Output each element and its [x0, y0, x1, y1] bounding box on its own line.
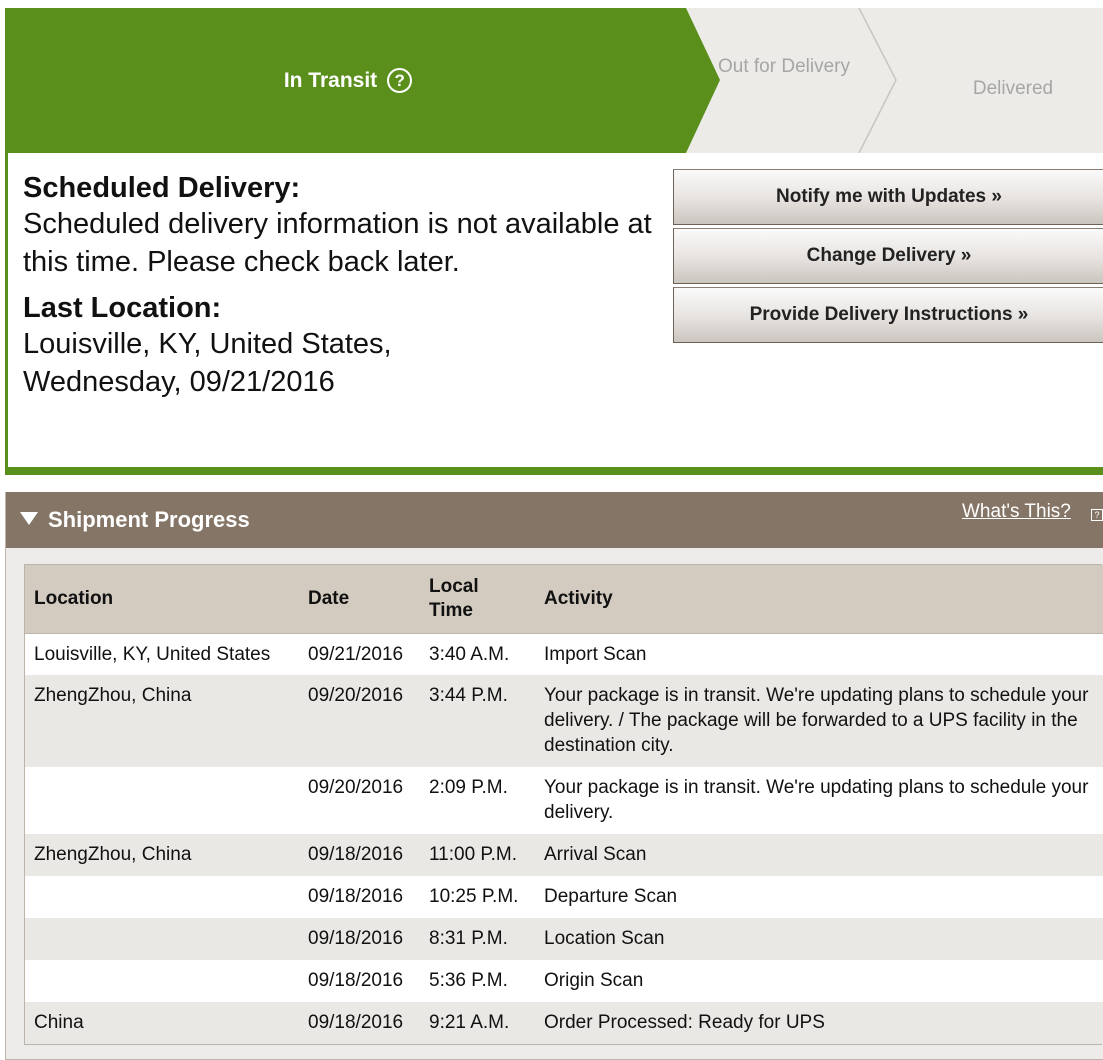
cell-location: China: [34, 1012, 84, 1033]
cell-location: Louisville, KY, United States: [34, 643, 271, 665]
cell-location: [25, 918, 299, 960]
table-row: China 09/18/2016 9:21 A.M. Order Process…: [25, 1002, 1103, 1044]
scheduled-delivery-heading: Scheduled Delivery:: [23, 172, 301, 204]
delivery-instructions-button[interactable]: Provide Delivery Instructions »: [673, 287, 1103, 343]
last-location-text: Louisville, KY, United States, Wednesday…: [23, 328, 392, 398]
column-header-local-time: Local Time: [420, 565, 535, 634]
shipment-progress-panel: Shipment Progress What's This? ? Locatio…: [5, 492, 1103, 1060]
column-header-date: Date: [299, 565, 420, 634]
cell-location: [25, 876, 299, 918]
cell-activity: Import Scan: [544, 643, 647, 665]
step-in-transit-label: In Transit: [283, 68, 378, 92]
cell-activity: Your package is in transit. We're updati…: [544, 685, 1089, 756]
cell-location: ZhengZhou, China: [34, 844, 192, 865]
notify-updates-button[interactable]: Notify me with Updates »: [673, 169, 1103, 225]
cell-activity: Arrival Scan: [544, 844, 647, 865]
cell-location: ZhengZhou, China: [34, 685, 192, 706]
table-row: 09/18/2016 10:25 P.M. Departure Scan: [25, 876, 1103, 918]
cell-date: 09/18/2016: [308, 1012, 404, 1033]
cell-date: 09/18/2016: [308, 928, 404, 949]
cell-activity: Your package is in transit. We're updati…: [544, 777, 1089, 823]
delivery-progress-bar: In Transit ? Out for Delivery Delivered: [8, 8, 1103, 153]
cell-time: 5:36 P.M.: [429, 970, 508, 991]
cell-time: 8:31 P.M.: [429, 928, 508, 949]
cell-date: 09/18/2016: [308, 844, 404, 865]
cell-date: 09/18/2016: [308, 886, 404, 907]
cell-date: 09/18/2016: [308, 970, 404, 991]
delivery-info: Scheduled Delivery: Scheduled delivery i…: [23, 171, 663, 401]
cell-activity: Origin Scan: [544, 970, 644, 991]
last-location-heading: Last Location:: [23, 292, 222, 324]
cell-location: [25, 960, 299, 1002]
question-circle-icon[interactable]: ?: [387, 68, 413, 93]
cell-time: 9:21 A.M.: [429, 1012, 510, 1033]
cell-date: 09/20/2016: [308, 685, 404, 706]
cell-activity: Order Processed: Ready for UPS: [544, 1012, 825, 1033]
help-box-icon[interactable]: ?: [1091, 509, 1103, 521]
cell-time: 3:40 A.M.: [429, 643, 510, 665]
table-row: Louisville, KY, United States 09/21/2016…: [25, 633, 1103, 675]
table-row: ZhengZhou, China 09/20/2016 3:44 P.M. Yo…: [25, 675, 1103, 767]
change-delivery-button[interactable]: Change Delivery »: [673, 228, 1103, 284]
whats-this-link[interactable]: What's This?: [962, 501, 1071, 523]
delivery-actions: Notify me with Updates » Change Delivery…: [673, 169, 1103, 346]
cell-activity: Location Scan: [544, 928, 665, 949]
table-header-row: Location Date Local Time Activity: [25, 565, 1103, 634]
table-row: 09/18/2016 5:36 P.M. Origin Scan: [25, 960, 1103, 1002]
shipment-progress-title: Shipment Progress: [48, 507, 250, 532]
step-delivered: Delivered: [972, 78, 1054, 99]
step-in-transit: In Transit ?: [8, 8, 688, 153]
table-row: 09/18/2016 8:31 P.M. Location Scan: [25, 918, 1103, 960]
cell-time: 2:09 P.M.: [429, 777, 508, 798]
scheduled-delivery-text: Scheduled delivery information is not av…: [23, 208, 652, 278]
table-row: ZhengZhou, China 09/18/2016 11:00 P.M. A…: [25, 834, 1103, 876]
column-header-activity: Activity: [535, 565, 1103, 634]
step-out-for-delivery: Out for Delivery: [718, 56, 850, 77]
delivery-status-card: In Transit ? Out for Delivery Delivered …: [5, 8, 1103, 475]
cell-time: 3:44 P.M.: [429, 685, 508, 706]
cell-date: 09/20/2016: [308, 777, 404, 798]
table-row: 09/20/2016 2:09 P.M. Your package is in …: [25, 767, 1103, 834]
collapse-triangle-icon[interactable]: [20, 512, 38, 525]
cell-time: 10:25 P.M.: [429, 886, 519, 907]
cell-date: 09/21/2016: [308, 643, 404, 665]
column-header-location: Location: [25, 565, 299, 634]
cell-location: [25, 767, 299, 834]
cell-time: 11:00 P.M.: [429, 844, 518, 865]
shipment-progress-header[interactable]: Shipment Progress What's This? ?: [6, 492, 1103, 548]
shipment-progress-table: Location Date Local Time Activity Louisv…: [24, 564, 1103, 1045]
cell-activity: Departure Scan: [544, 886, 678, 907]
